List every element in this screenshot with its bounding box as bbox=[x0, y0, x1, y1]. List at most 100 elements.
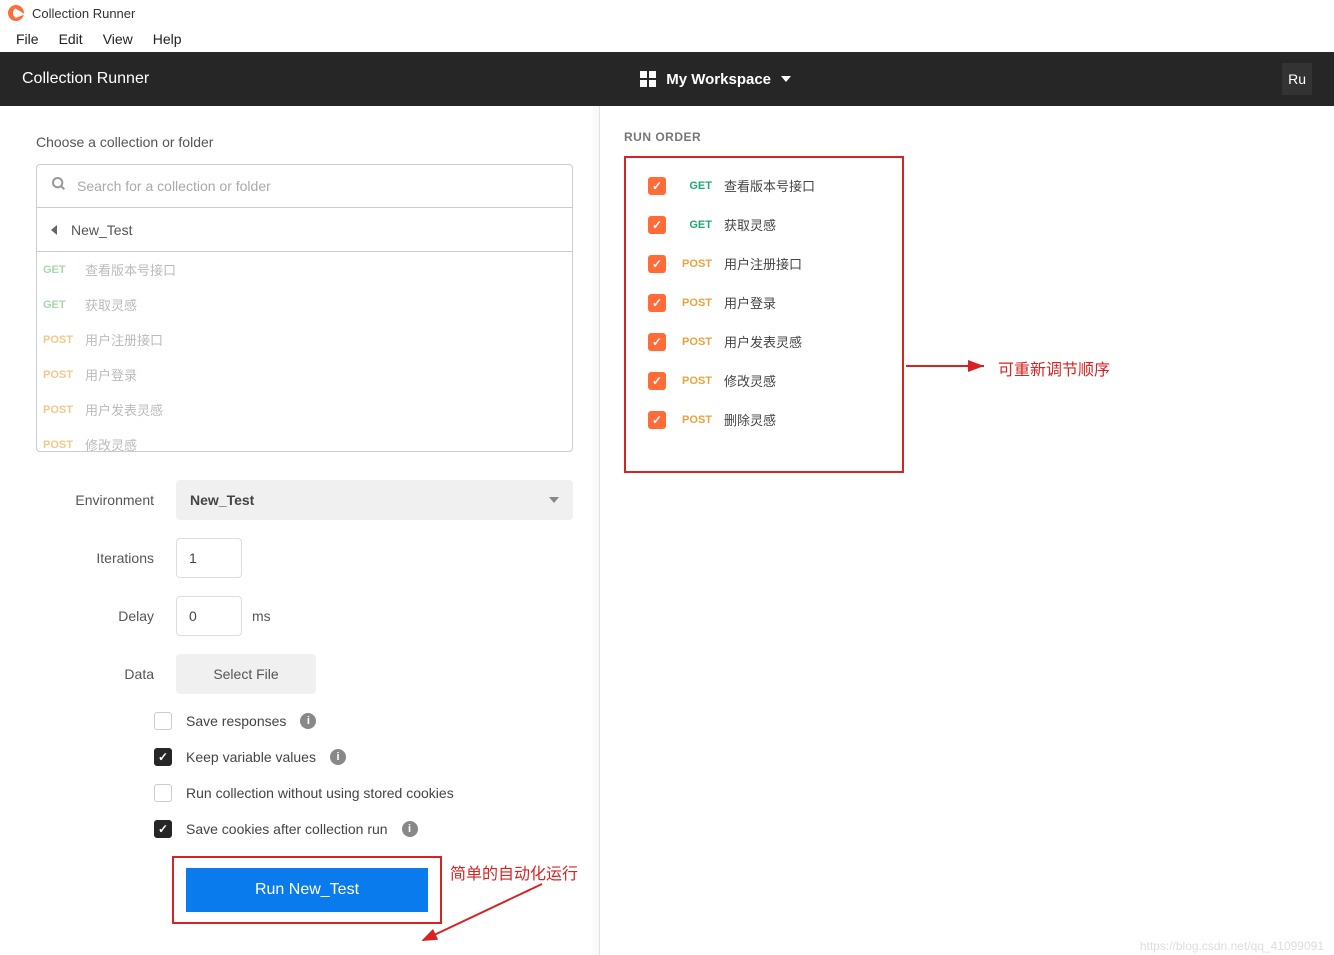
order-item[interactable]: GET 获取灵感 bbox=[648, 215, 886, 234]
run-order-label: RUN ORDER bbox=[624, 130, 1320, 144]
order-item[interactable]: POST 用户登录 bbox=[648, 293, 886, 312]
environment-label: Environment bbox=[36, 492, 176, 508]
checkbox-icon[interactable] bbox=[648, 411, 666, 429]
list-item[interactable]: POST 用户注册接口 bbox=[37, 322, 572, 357]
chevron-down-icon bbox=[549, 497, 559, 503]
search-icon bbox=[51, 176, 67, 197]
environment-select[interactable]: New_Test bbox=[176, 480, 573, 520]
item-name: 用户登录 bbox=[85, 365, 137, 384]
delay-unit: ms bbox=[252, 608, 271, 624]
annotation-reorder: 可重新调节顺序 bbox=[998, 356, 1110, 380]
workspace-selector[interactable]: My Workspace bbox=[149, 71, 1282, 88]
order-name: 删除灵感 bbox=[724, 410, 776, 429]
checkbox-icon[interactable] bbox=[648, 372, 666, 390]
item-name: 修改灵感 bbox=[85, 435, 137, 452]
run-highlight-box: Run New_Test bbox=[172, 856, 442, 924]
run-order-box: GET 查看版本号接口 GET 获取灵感 POST 用户注册接口 POST 用户登录 P… bbox=[624, 156, 904, 473]
breadcrumb-text: New_Test bbox=[71, 222, 132, 238]
app-header: Collection Runner My Workspace Ru bbox=[0, 52, 1334, 106]
breadcrumb[interactable]: New_Test bbox=[36, 208, 573, 252]
method-badge: POST bbox=[43, 404, 77, 416]
grid-icon bbox=[640, 71, 656, 87]
order-name: 用户注册接口 bbox=[724, 254, 802, 273]
method-badge: GET bbox=[43, 264, 77, 276]
checkbox-icon[interactable] bbox=[648, 216, 666, 234]
method-badge: POST bbox=[678, 297, 712, 309]
menu-help[interactable]: Help bbox=[143, 29, 192, 49]
window-title: Collection Runner bbox=[32, 6, 135, 21]
order-name: 获取灵感 bbox=[724, 215, 776, 234]
search-input[interactable] bbox=[77, 178, 558, 194]
watermark: https://blog.csdn.net/qq_41099091 bbox=[1140, 939, 1324, 953]
keep-variables-label: Keep variable values bbox=[186, 749, 316, 765]
checkbox-icon[interactable] bbox=[648, 294, 666, 312]
keep-variables-checkbox[interactable] bbox=[154, 748, 172, 766]
order-item[interactable]: GET 查看版本号接口 bbox=[648, 176, 886, 195]
list-item[interactable]: GET查看版本号接口 bbox=[37, 252, 572, 287]
chevron-left-icon bbox=[51, 225, 57, 235]
method-badge: POST bbox=[678, 414, 712, 426]
menu-file[interactable]: File bbox=[6, 29, 49, 49]
save-responses-label: Save responses bbox=[186, 713, 286, 729]
list-item[interactable]: POST 修改灵感 bbox=[37, 427, 572, 452]
list-item[interactable]: GET 获取灵感 bbox=[37, 287, 572, 322]
iterations-label: Iterations bbox=[36, 550, 176, 566]
no-cookies-label: Run collection without using stored cook… bbox=[186, 785, 454, 801]
info-icon[interactable]: i bbox=[330, 749, 346, 765]
checkbox-icon[interactable] bbox=[648, 255, 666, 273]
header-run-button[interactable]: Ru bbox=[1282, 63, 1312, 95]
left-pane: Choose a collection or folder New_Test G… bbox=[0, 106, 600, 955]
environment-value: New_Test bbox=[190, 492, 254, 508]
item-name: 用户注册接口 bbox=[85, 330, 163, 349]
method-badge: POST bbox=[43, 439, 77, 451]
iterations-input[interactable] bbox=[176, 538, 242, 578]
order-name: 用户发表灵感 bbox=[724, 332, 802, 351]
order-name: 查看版本号接口 bbox=[724, 176, 815, 195]
item-name: 获取灵感 bbox=[85, 295, 137, 314]
order-name: 修改灵感 bbox=[724, 371, 776, 390]
menu-edit[interactable]: Edit bbox=[49, 29, 93, 49]
info-icon[interactable]: i bbox=[402, 821, 418, 837]
delay-input[interactable] bbox=[176, 596, 242, 636]
method-badge: GET bbox=[43, 299, 77, 311]
window-titlebar: Collection Runner bbox=[0, 0, 1334, 26]
list-item[interactable]: POST 用户发表灵感 bbox=[37, 392, 572, 427]
chevron-down-icon bbox=[781, 76, 791, 82]
arrow-icon bbox=[422, 876, 552, 946]
workspace-label: My Workspace bbox=[666, 71, 771, 88]
method-badge: GET bbox=[678, 219, 712, 231]
choose-label: Choose a collection or folder bbox=[36, 134, 573, 150]
checkbox-icon[interactable] bbox=[648, 177, 666, 195]
collection-list[interactable]: GET查看版本号接口 GET 获取灵感 POST 用户注册接口 POST 用户登录 P… bbox=[36, 252, 573, 452]
method-badge: POST bbox=[678, 336, 712, 348]
list-item[interactable]: POST 用户登录 bbox=[37, 357, 572, 392]
right-pane: RUN ORDER GET 查看版本号接口 GET 获取灵感 POST 用户注册接口 … bbox=[600, 106, 1334, 955]
header-title: Collection Runner bbox=[22, 70, 149, 88]
run-button[interactable]: Run New_Test bbox=[186, 868, 428, 912]
save-cookies-label: Save cookies after collection run bbox=[186, 821, 388, 837]
info-icon[interactable]: i bbox=[300, 713, 316, 729]
order-item[interactable]: POST 修改灵感 bbox=[648, 371, 886, 390]
order-item[interactable]: POST 删除灵感 bbox=[648, 410, 886, 429]
postman-icon bbox=[8, 5, 24, 21]
checkbox-icon[interactable] bbox=[648, 333, 666, 351]
order-name: 用户登录 bbox=[724, 293, 776, 312]
method-badge: POST bbox=[43, 369, 77, 381]
menu-view[interactable]: View bbox=[93, 29, 143, 49]
save-cookies-checkbox[interactable] bbox=[154, 820, 172, 838]
item-name: 用户发表灵感 bbox=[85, 400, 163, 419]
method-badge: POST bbox=[678, 258, 712, 270]
select-file-button[interactable]: Select File bbox=[176, 654, 316, 694]
method-badge: GET bbox=[678, 180, 712, 192]
method-badge: POST bbox=[43, 334, 77, 346]
order-item[interactable]: POST 用户发表灵感 bbox=[648, 332, 886, 351]
order-item[interactable]: POST 用户注册接口 bbox=[648, 254, 886, 273]
search-box[interactable] bbox=[36, 164, 573, 208]
delay-label: Delay bbox=[36, 608, 176, 624]
data-label: Data bbox=[36, 666, 176, 682]
menubar: File Edit View Help bbox=[0, 26, 1334, 52]
no-cookies-checkbox[interactable] bbox=[154, 784, 172, 802]
save-responses-checkbox[interactable] bbox=[154, 712, 172, 730]
method-badge: POST bbox=[678, 375, 712, 387]
arrow-icon bbox=[904, 356, 994, 376]
